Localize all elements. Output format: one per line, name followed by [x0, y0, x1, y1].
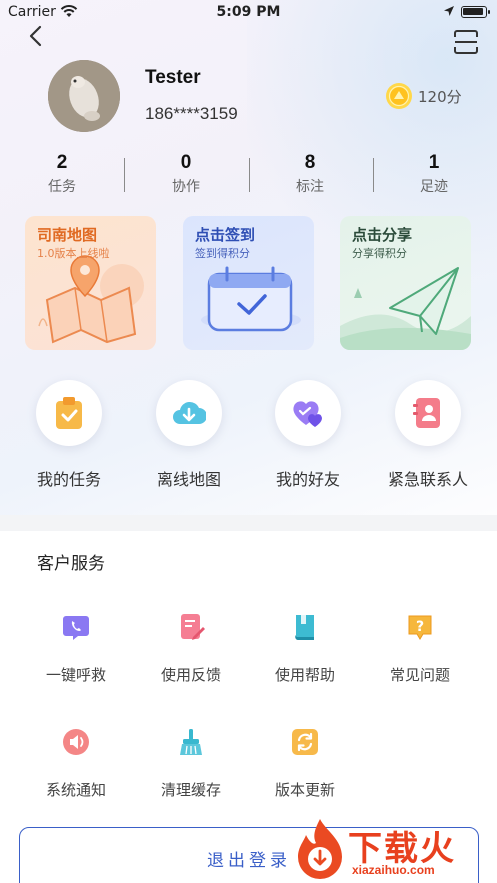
quick-label: 紧急联系人: [387, 470, 468, 489]
location-arrow-icon: [443, 5, 455, 21]
stat-label: 任务: [48, 179, 76, 195]
stat-label: 标注: [296, 179, 324, 195]
stats-row: 2 任务 0 协作 8 标注 1 足迹: [0, 152, 497, 200]
chevron-left-icon: [29, 25, 42, 47]
quick-label: 离线地图: [156, 470, 221, 489]
stat-value: 0: [180, 152, 192, 173]
feedback-icon: [181, 614, 205, 640]
flame-logo-icon: [298, 819, 342, 879]
promo-subtitle: 1.0版本上线啦: [37, 247, 110, 260]
question-icon: ?: [408, 615, 432, 640]
avatar[interactable]: [48, 60, 120, 132]
phone-icon: [63, 616, 89, 640]
svg-text:?: ?: [416, 619, 424, 635]
quick-label: 我的任务: [36, 470, 101, 489]
svc-clear-cache[interactable]: 清理缓存: [134, 728, 248, 800]
stat-footprints[interactable]: 1 足迹: [372, 152, 496, 196]
svc-emergency-call[interactable]: 一键呼救: [19, 613, 133, 685]
quick-offline-map[interactable]: 离线地图: [129, 380, 249, 490]
promo-title: 司南地图: [37, 226, 98, 244]
stat-value: 1: [428, 152, 440, 173]
contact-book-icon: [413, 398, 440, 428]
cloud-download-icon: [173, 401, 206, 424]
quick-my-friends[interactable]: 我的好友: [248, 380, 368, 490]
watermark: 下载火 xiazaihuo.com: [290, 815, 497, 883]
section-divider: [0, 515, 497, 531]
svc-label: 常见问题: [389, 666, 450, 684]
svc-version-update[interactable]: 版本更新: [248, 728, 362, 800]
quick-icon-circle: [156, 380, 222, 446]
svc-label: 系统通知: [45, 781, 106, 799]
coin-icon: [386, 83, 412, 109]
svc-label: 使用反馈: [160, 666, 221, 684]
quick-label: 我的好友: [275, 470, 340, 489]
battery-icon: [461, 6, 490, 18]
clock: 5:09 PM: [216, 4, 281, 20]
scan-button[interactable]: [452, 28, 480, 56]
back-button[interactable]: [24, 24, 48, 48]
stat-label: 协作: [172, 179, 200, 195]
status-bar: Carrier 5:09 PM: [0, 0, 497, 26]
stat-tasks[interactable]: 2 任务: [0, 152, 124, 196]
refresh-icon: [292, 729, 318, 755]
clipboard-icon: [56, 397, 82, 429]
promo-title: 点击分享: [352, 226, 413, 244]
quick-icon-circle: [395, 380, 461, 446]
quick-emergency-contacts[interactable]: 紧急联系人: [368, 380, 488, 490]
promo-card-share[interactable]: 点击分享 分享得积分: [340, 216, 471, 350]
stat-collab[interactable]: 0 协作: [124, 152, 248, 196]
heart-icon: [293, 401, 322, 427]
svc-feedback[interactable]: 使用反馈: [134, 613, 248, 685]
stat-value: 2: [56, 152, 68, 173]
svc-label: 一键呼救: [45, 666, 106, 684]
svc-label: 清理缓存: [160, 781, 221, 799]
points-badge[interactable]: 120分: [385, 82, 462, 110]
svc-label: 版本更新: [274, 781, 335, 799]
quick-icon-circle: [36, 380, 102, 446]
book-icon: [295, 615, 314, 640]
points-value: 120分: [418, 87, 462, 106]
username: Tester: [145, 67, 201, 88]
phone-number: 186****3159: [145, 104, 238, 123]
broom-icon: [180, 729, 202, 755]
stat-value: 8: [304, 152, 316, 173]
svc-label: 使用帮助: [274, 666, 335, 684]
svc-notifications[interactable]: 系统通知: [19, 728, 133, 800]
promo-card-map[interactable]: 司南地图 1.0版本上线啦: [25, 216, 156, 350]
speaker-icon: [63, 729, 89, 755]
customer-service-title: 客户服务: [37, 554, 105, 574]
avatar-photo: [48, 60, 120, 132]
promo-subtitle: 分享得积分: [352, 247, 407, 260]
promo-subtitle: 签到得积分: [195, 247, 250, 260]
quick-my-tasks[interactable]: 我的任务: [9, 380, 129, 490]
promo-card-checkin[interactable]: 点击签到 签到得积分: [183, 216, 314, 350]
scan-icon: [454, 30, 478, 54]
promo-title: 点击签到: [195, 226, 256, 244]
stat-annotations[interactable]: 8 标注: [248, 152, 372, 196]
svc-faq[interactable]: ? 常见问题: [363, 613, 477, 685]
quick-icon-circle: [275, 380, 341, 446]
stat-label: 足迹: [420, 179, 448, 195]
svc-help[interactable]: 使用帮助: [248, 613, 362, 685]
watermark-url: xiazaihuo.com: [352, 863, 435, 877]
